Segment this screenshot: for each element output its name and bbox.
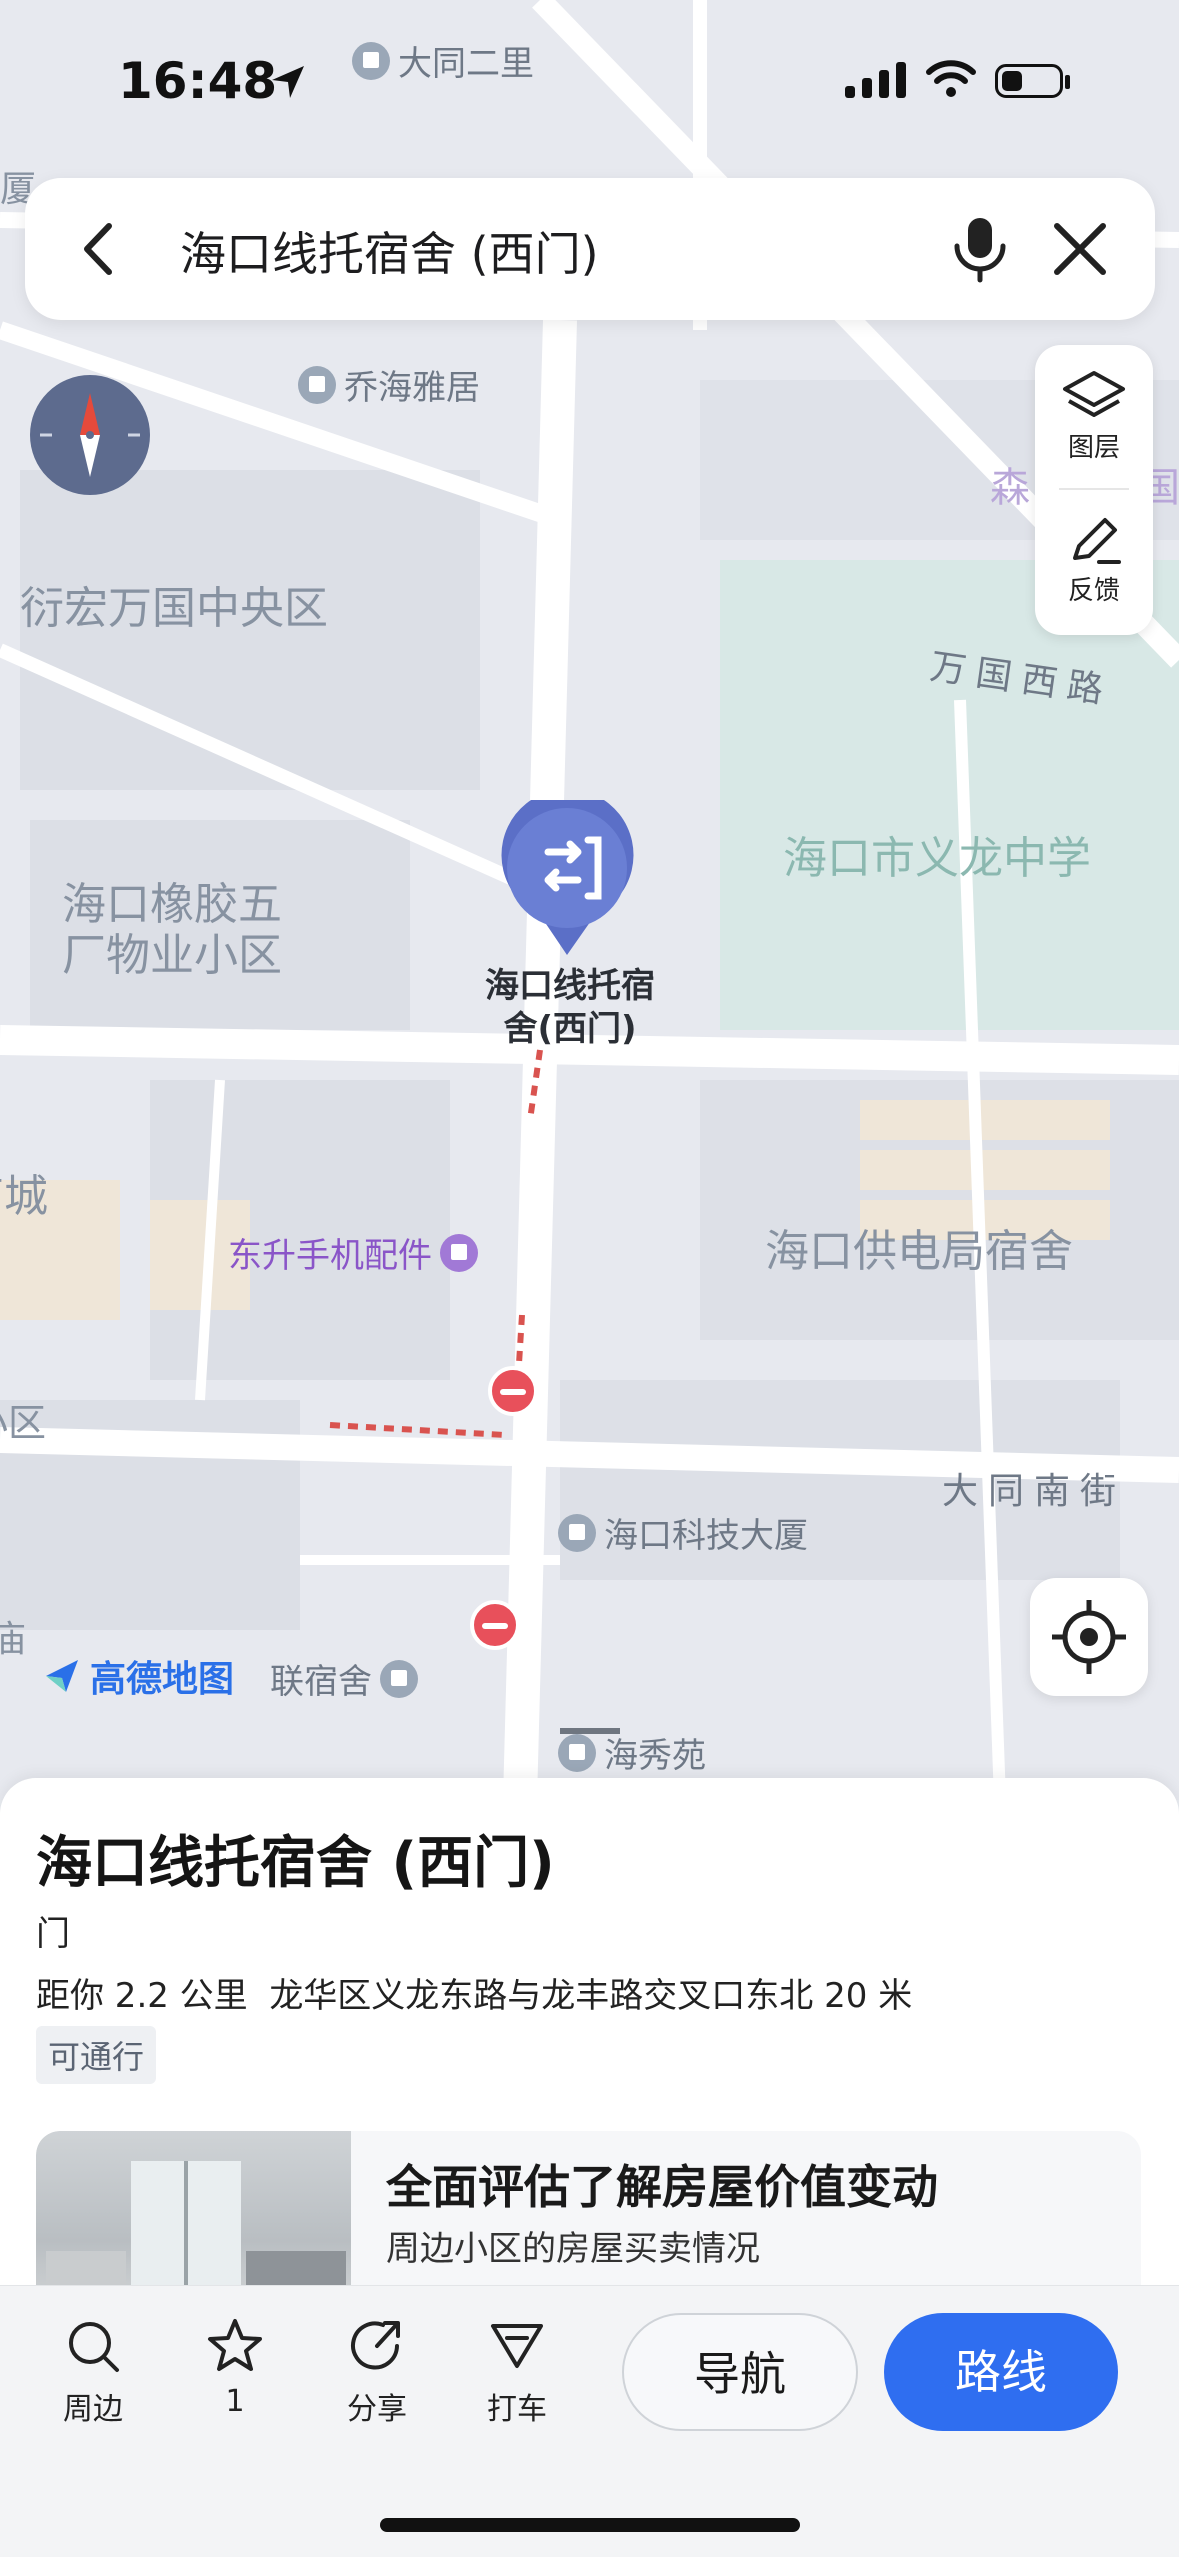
- promo-subtitle: 周边小区的房屋买卖情况: [386, 2229, 760, 2269]
- shop-icon: [440, 1233, 478, 1272]
- status-badge: 可通行: [36, 2026, 157, 2084]
- location-arrow-icon: [272, 66, 304, 98]
- place-distance: 距你 2.2 公里: [36, 1976, 248, 2016]
- feedback-label: 反馈: [1067, 576, 1120, 606]
- map-label-qiaohai-yaju[interactable]: 乔海雅居: [298, 360, 480, 409]
- map-label-edge-miao: 庙: [0, 1619, 27, 1660]
- entrance-icon: [501, 789, 634, 955]
- poi-icon: [298, 365, 336, 404]
- poi-icon: [558, 1513, 596, 1552]
- compass-icon: [40, 393, 140, 477]
- crosshair-icon: [1052, 1600, 1126, 1674]
- favorite-button[interactable]: 1: [180, 2316, 290, 2419]
- divider: [1059, 488, 1129, 490]
- map-label-edge-sen: 森: [990, 465, 1030, 511]
- layers-button[interactable]: 图层: [1035, 367, 1153, 464]
- location-pin[interactable]: [500, 789, 635, 960]
- map-label-haixiuyuan[interactable]: 海秀苑: [558, 1728, 706, 1777]
- pin-label: 海口线托宿 舍(西门): [485, 966, 655, 1049]
- place-address: 龙华区义龙东路与龙丰路交叉口东北 20 米: [269, 1976, 913, 2016]
- map-label-tech-building[interactable]: 海口科技大厦: [558, 1508, 808, 1557]
- navigate-button[interactable]: 导航: [622, 2313, 858, 2431]
- locate-me-button[interactable]: [1030, 1578, 1148, 1696]
- no-entry-icon: [470, 1600, 520, 1650]
- status-bar: 16:48: [0, 0, 1179, 160]
- taxi-button[interactable]: 打车: [462, 2316, 572, 2428]
- route-button[interactable]: 路线: [884, 2313, 1118, 2431]
- edit-icon: [1073, 518, 1121, 564]
- map-label-power-dorm: 海口供电局宿舍: [765, 1226, 1073, 1277]
- layers-label: 图层: [1067, 433, 1120, 463]
- compass-button[interactable]: [30, 375, 150, 495]
- microphone-icon[interactable]: [945, 212, 1015, 286]
- map-tools-panel: 图层 反馈: [1035, 345, 1153, 635]
- map-label-yilong-school: 海口市义龙中学: [783, 833, 1091, 884]
- map-label-rubber-five: 海口橡胶五 厂物业小区: [62, 879, 282, 981]
- poi-icon: [380, 1659, 418, 1698]
- map-label-edge-xiaoqu: 小区: [0, 1401, 47, 1445]
- amap-logo: 高德地图: [42, 1650, 234, 1702]
- share-button[interactable]: 分享: [322, 2316, 432, 2428]
- map-label-yanhong-wanguo: 衍宏万国中央区: [20, 583, 328, 634]
- place-category: 门: [36, 1914, 70, 1954]
- feedback-button[interactable]: 反馈: [1035, 510, 1153, 607]
- cellular-signal-icon: [845, 62, 906, 98]
- wifi-icon: [926, 60, 976, 97]
- battery-icon: [995, 64, 1070, 98]
- logo-icon: [46, 1660, 78, 1692]
- bottom-action-bar: 周边 1 分享 打车 导航 路线: [0, 2285, 1179, 2557]
- promo-title: 全面评估了解房屋价值变动: [386, 2160, 938, 2214]
- taxi-icon: [491, 2324, 543, 2368]
- close-icon[interactable]: [1045, 214, 1115, 284]
- map-label-dongsheng-phone[interactable]: 东升手机配件: [228, 1228, 478, 1277]
- map-label-datong-nanjie: 大同南街: [942, 1471, 1127, 1512]
- back-icon[interactable]: [65, 214, 135, 284]
- search-icon: [69, 2322, 119, 2372]
- search-query[interactable]: 海口线托宿舍 (西门): [180, 218, 599, 284]
- poi-icon: [558, 1733, 596, 1772]
- search-bar[interactable]: 海口线托宿舍 (西门): [25, 178, 1155, 320]
- nearby-button[interactable]: 周边: [38, 2316, 148, 2428]
- share-icon: [351, 2321, 400, 2370]
- place-name: 海口线托宿舍 (西门): [36, 1831, 555, 1896]
- star-icon: [208, 2319, 262, 2371]
- home-indicator[interactable]: [380, 2518, 800, 2532]
- map-label-lian-dorm[interactable]: 联宿舍: [270, 1654, 418, 1703]
- status-time: 16:48: [118, 52, 278, 110]
- map-label-edge-cheng: 商城: [0, 1171, 48, 1222]
- place-distance-address: 距你 2.2 公里 龙华区义龙东路与龙丰路交叉口东北 20 米: [36, 1968, 912, 2017]
- layers-icon: [1063, 371, 1125, 417]
- no-entry-icon: [488, 1366, 538, 1416]
